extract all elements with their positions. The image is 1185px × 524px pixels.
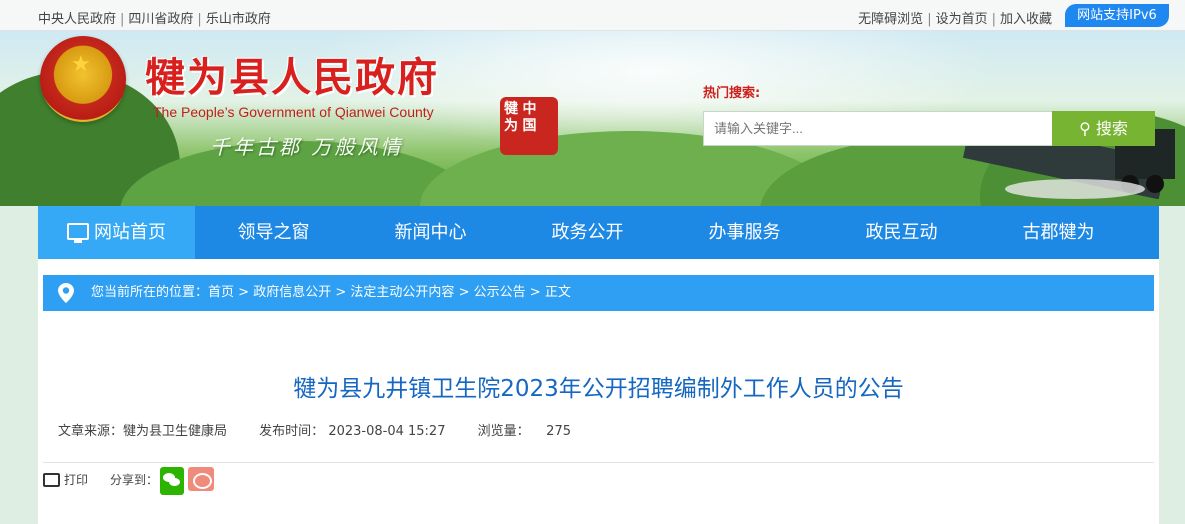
nav-news[interactable]: 新闻中心 xyxy=(352,206,509,259)
printer-icon xyxy=(43,473,60,487)
nav-ancient-qianwei[interactable]: 古郡犍为 xyxy=(980,206,1137,259)
weibo-icon[interactable] xyxy=(188,467,214,491)
national-emblem-logo: ★ xyxy=(40,36,126,122)
article-date: 发布时间： 2023-08-04 15:27 xyxy=(259,424,446,439)
top-links-right: 无障碍浏览 | 设为首页 | 加入收藏 xyxy=(858,8,1052,27)
breadcrumb-statutory[interactable]: 法定主动公开内容 xyxy=(350,285,454,300)
print-button[interactable]: 打印 xyxy=(43,473,88,487)
top-bar: 中央人民政府 | 四川省政府 | 乐山市政府 无障碍浏览 | 设为首页 | 加入收藏 网站支持I… xyxy=(0,0,1185,31)
nav-services[interactable]: 办事服务 xyxy=(666,206,823,259)
site-title: 犍为县人民政府 xyxy=(145,54,439,101)
breadcrumb: 您当前所在的位置：首页 > 政府信息公开 > 法定主动公开内容 > 公示公告 >… xyxy=(43,275,1154,311)
breadcrumb-info-public[interactable]: 政府信息公开 xyxy=(253,285,331,300)
wechat-icon[interactable] xyxy=(160,467,184,495)
separator: | xyxy=(120,12,125,27)
article-title: 犍为县九井镇卫生院2023年公开招聘编制外工作人员的公告 xyxy=(293,376,904,402)
red-seal-stamp: 犍 中 为 国 xyxy=(500,97,558,155)
link-accessibility[interactable]: 无障碍浏览 xyxy=(858,12,923,27)
search-button-label: 搜索 xyxy=(1095,119,1128,138)
location-pin-icon xyxy=(58,283,74,303)
search-button[interactable]: ⚲ 搜索 xyxy=(1052,111,1155,146)
nav-leaders[interactable]: 领导之窗 xyxy=(195,206,352,259)
star-icon: ★ xyxy=(71,52,91,77)
hot-search-label: 热门搜索: xyxy=(703,86,761,101)
breadcrumb-separator: > xyxy=(529,285,541,300)
divider xyxy=(43,462,1154,463)
separator: | xyxy=(197,12,202,27)
breadcrumb-notices[interactable]: 公示公告 xyxy=(474,285,526,300)
link-set-homepage[interactable]: 设为首页 xyxy=(936,12,988,27)
breadcrumb-separator: > xyxy=(238,285,250,300)
link-leshan-gov[interactable]: 乐山市政府 xyxy=(206,12,271,27)
ipv6-badge[interactable]: 网站支持IPv6 xyxy=(1065,4,1169,27)
separator: | xyxy=(991,12,996,27)
nav-interaction[interactable]: 政民互动 xyxy=(823,206,980,259)
seal-char: 为 国 xyxy=(504,118,537,134)
nav-home[interactable]: 网站首页 xyxy=(38,206,195,259)
header-banner: ★ 犍为县人民政府 The People’s Government of Qia… xyxy=(0,31,1185,206)
nav-label: 网站首页 xyxy=(94,222,166,243)
search-input[interactable] xyxy=(703,111,1053,146)
breadcrumb-current: 正文 xyxy=(544,285,571,300)
top-links-left: 中央人民政府 | 四川省政府 | 乐山市政府 xyxy=(38,8,271,27)
link-sichuan-gov[interactable]: 四川省政府 xyxy=(128,12,193,27)
link-add-favorite[interactable]: 加入收藏 xyxy=(1000,12,1052,27)
article-tools: 打印 分享到： xyxy=(43,467,214,495)
site-subtitle: The People’s Government of Qianwei Count… xyxy=(153,104,434,120)
breadcrumb-prefix: 您当前所在的位置： xyxy=(91,285,209,300)
breadcrumb-home[interactable]: 首页 xyxy=(208,285,234,300)
nav-gov-affairs[interactable]: 政务公开 xyxy=(509,206,666,259)
link-central-gov[interactable]: 中央人民政府 xyxy=(38,12,116,27)
separator: | xyxy=(927,12,932,27)
monitor-icon xyxy=(67,223,89,243)
article-meta: 文章来源：犍为县卫生健康局 发布时间： 2023-08-04 15:27 浏览量… xyxy=(58,420,599,439)
seal-char: 犍 中 xyxy=(504,101,537,117)
breadcrumb-separator: > xyxy=(335,285,347,300)
breadcrumb-separator: > xyxy=(458,285,470,300)
main-nav: 网站首页 领导之窗 新闻中心 政务公开 办事服务 政民互动 古郡犍为 xyxy=(38,206,1159,259)
content-panel: 您当前所在的位置：首页 > 政府信息公开 > 法定主动公开内容 > 公示公告 >… xyxy=(38,259,1159,524)
search-icon: ⚲ xyxy=(1079,119,1091,138)
print-label: 打印 xyxy=(64,473,89,487)
share-label: 分享到： xyxy=(110,473,159,487)
article-views: 浏览量： 275 xyxy=(477,424,571,439)
site-slogan: 千年古郡 万般风情 xyxy=(210,135,404,159)
article-source: 文章来源：犍为县卫生健康局 xyxy=(58,424,228,439)
